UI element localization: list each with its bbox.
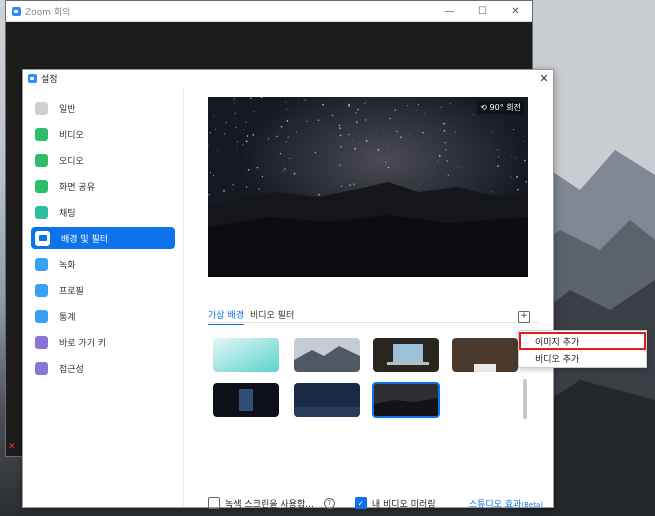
sidebar-item-5[interactable]: 배경 및 필터 bbox=[31, 227, 175, 249]
settings-titlebar: 설정 ✕ bbox=[23, 70, 553, 87]
sidebar-item-label: 바로 가기 키 bbox=[59, 338, 107, 349]
sidebar-item-2[interactable]: 오디오 bbox=[31, 149, 175, 171]
background-filter-panel: ⟲ 90° 회전 가상 배경 비디오 필터 + 녹색 스크린을 사용합... ?… bbox=[184, 87, 553, 510]
green-screen-label: 녹색 스크린을 사용합... bbox=[225, 499, 314, 510]
sidebar-item-label: 일반 bbox=[59, 104, 76, 115]
sidebar-item-label: 녹화 bbox=[59, 260, 76, 271]
sidebar-item-label: 프로필 bbox=[59, 286, 84, 297]
studio-effects-link[interactable]: 스튜디오 효과(Beta) bbox=[469, 497, 543, 510]
zoom-app-icon bbox=[28, 74, 37, 83]
sidebar-item-label: 비디오 bbox=[59, 130, 84, 141]
background-thumb-mountains[interactable] bbox=[294, 338, 360, 372]
settings-dialog: 설정 ✕ 일반비디오오디오화면 공유채팅배경 및 필터녹화프로필통계바로 가기 … bbox=[22, 69, 554, 510]
sidebar-item-6[interactable]: 녹화 bbox=[31, 253, 175, 275]
record-icon bbox=[35, 257, 48, 271]
mic-muted-icon[interactable]: ✕ bbox=[8, 442, 18, 452]
close-window-button[interactable]: ✕ bbox=[499, 6, 532, 17]
sidebar-item-label: 접근성 bbox=[59, 364, 84, 375]
background-thumb-dark-room[interactable] bbox=[213, 383, 279, 417]
menu-add-image[interactable]: 이미지 추가 bbox=[519, 332, 646, 350]
background-thumb-teal[interactable] bbox=[213, 338, 279, 372]
maximize-button[interactable]: ☐ bbox=[466, 6, 499, 17]
zoom-titlebar: Zoom 회의 — ☐ ✕ bbox=[6, 1, 532, 22]
video-icon bbox=[35, 127, 48, 141]
sidebar-item-9[interactable]: 바로 가기 키 bbox=[31, 331, 175, 353]
studio-effects-label: 스튜디오 효과 bbox=[468, 499, 522, 510]
background-icon bbox=[35, 230, 50, 246]
sidebar-item-4[interactable]: 채팅 bbox=[31, 201, 175, 223]
thumbnail-scrollbar[interactable] bbox=[523, 379, 527, 419]
options-row: 녹색 스크린을 사용합... ? ✓ 내 비디오 미러링 스튜디오 효과(Bet… bbox=[208, 496, 543, 510]
menu-add-video[interactable]: 비디오 추가 bbox=[519, 350, 646, 366]
background-thumb-laptop[interactable] bbox=[373, 338, 439, 372]
settings-sidebar: 일반비디오오디오화면 공유채팅배경 및 필터녹화프로필통계바로 가기 키접근성 bbox=[23, 87, 184, 507]
sidebar-item-label: 통계 bbox=[59, 312, 76, 323]
green-screen-checkbox[interactable] bbox=[208, 497, 220, 509]
night-sky-image bbox=[208, 97, 528, 277]
settings-title: 설정 bbox=[41, 75, 58, 85]
minimize-button[interactable]: — bbox=[433, 6, 466, 17]
background-thumb-night-city[interactable] bbox=[294, 383, 360, 417]
rotate-label: 90° 회전 bbox=[489, 103, 521, 112]
keyboard-icon bbox=[35, 335, 48, 349]
sidebar-item-8[interactable]: 통계 bbox=[31, 305, 175, 327]
tab-divider bbox=[208, 322, 539, 323]
background-thumb-desk[interactable] bbox=[452, 338, 518, 372]
sidebar-item-1[interactable]: 비디오 bbox=[31, 123, 175, 145]
sidebar-item-label: 배경 및 필터 bbox=[61, 234, 109, 245]
profile-icon bbox=[35, 283, 48, 297]
sidebar-item-label: 화면 공유 bbox=[59, 182, 95, 193]
mirror-video-checkbox[interactable]: ✓ bbox=[354, 497, 367, 509]
headphones-icon bbox=[35, 153, 48, 167]
video-preview: ⟲ 90° 회전 bbox=[208, 97, 528, 277]
gear-icon bbox=[35, 101, 48, 115]
sidebar-item-7[interactable]: 프로필 bbox=[31, 279, 175, 301]
add-background-button[interactable]: + bbox=[518, 311, 530, 323]
rotate-90-button[interactable]: ⟲ 90° 회전 bbox=[477, 101, 524, 114]
mirror-video-label: 내 비디오 미러링 bbox=[371, 499, 436, 510]
zoom-window-title: Zoom 회의 bbox=[25, 7, 71, 18]
help-icon[interactable]: ? bbox=[323, 497, 335, 509]
add-background-menu: 이미지 추가 비디오 추가 bbox=[518, 330, 647, 368]
settings-close-button[interactable]: ✕ bbox=[535, 72, 553, 85]
chat-icon bbox=[35, 205, 48, 219]
accessibility-icon bbox=[35, 361, 48, 375]
sidebar-item-10[interactable]: 접근성 bbox=[31, 357, 175, 379]
beta-label: (Beta) bbox=[521, 500, 543, 509]
statistics-icon bbox=[35, 309, 48, 323]
background-thumb-night-sky[interactable] bbox=[372, 382, 440, 418]
share-screen-icon bbox=[35, 179, 48, 193]
sidebar-item-label: 채팅 bbox=[59, 208, 76, 219]
zoom-app-icon bbox=[12, 6, 21, 16]
sidebar-item-label: 오디오 bbox=[59, 156, 84, 167]
sidebar-item-3[interactable]: 화면 공유 bbox=[31, 175, 175, 197]
sidebar-item-0[interactable]: 일반 bbox=[31, 97, 175, 119]
